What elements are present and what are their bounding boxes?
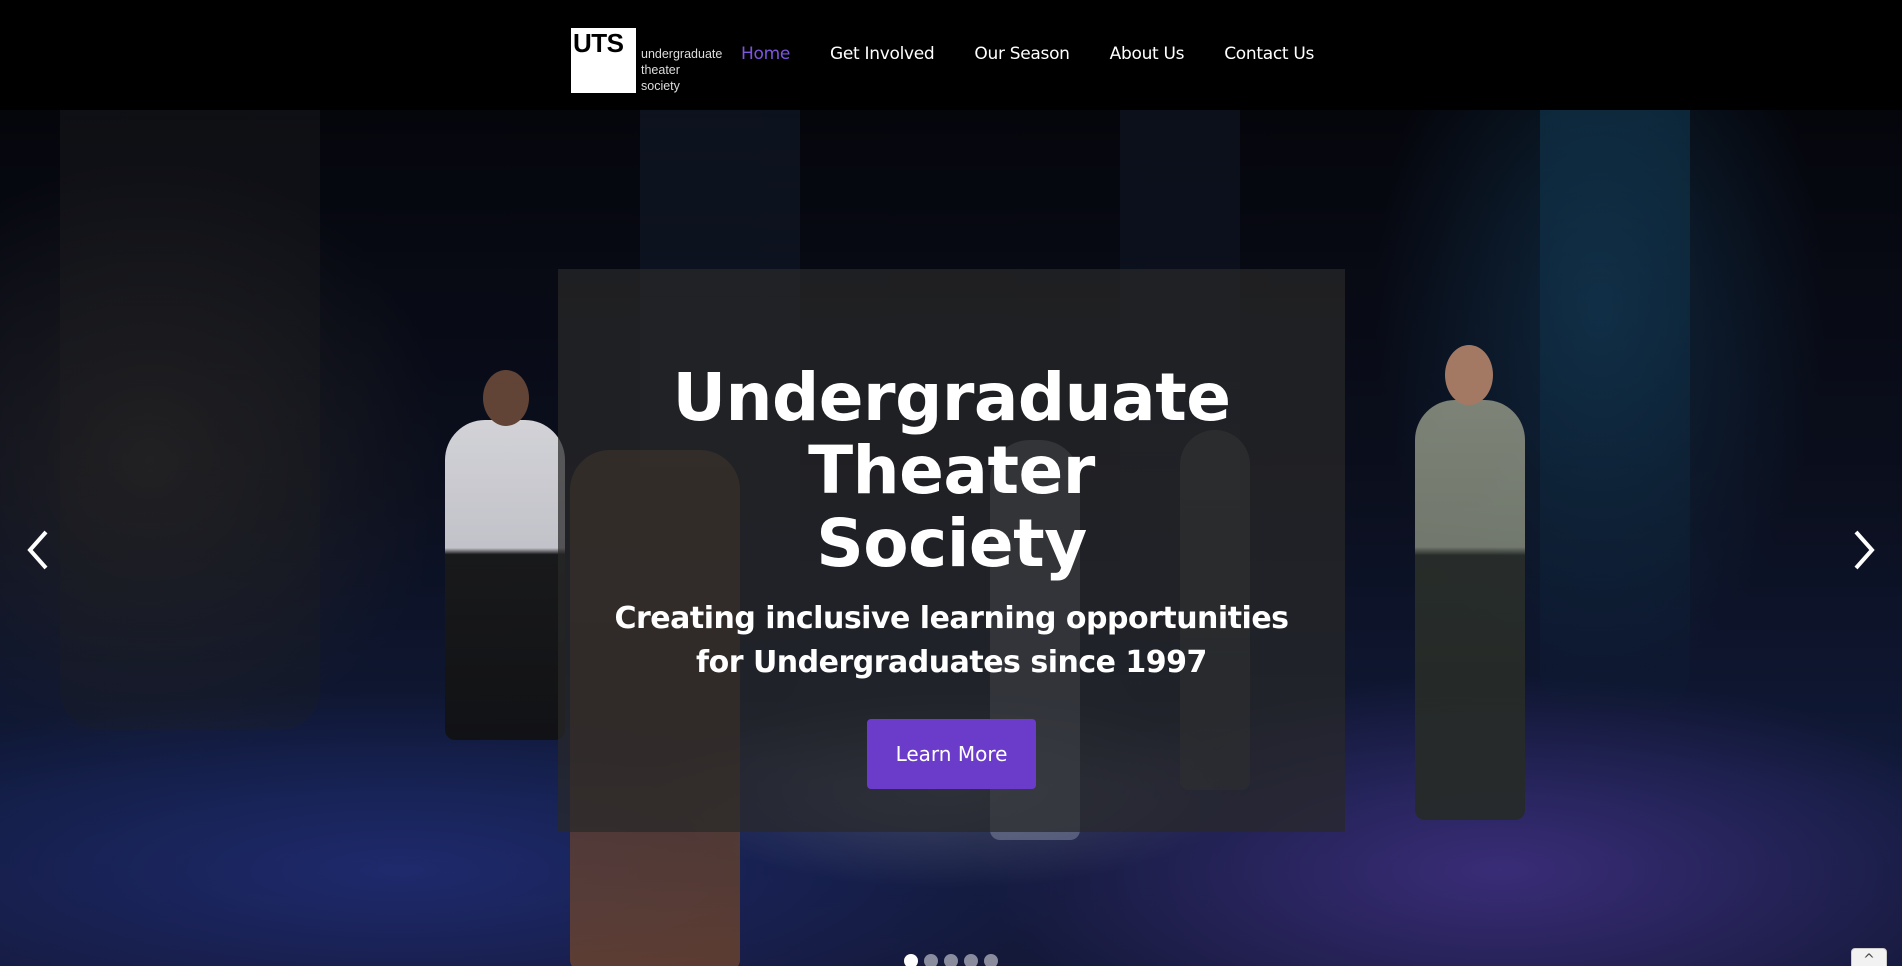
performer-head (1445, 345, 1493, 405)
logo-line: society (641, 79, 680, 93)
nav-item-get-involved[interactable]: Get Involved (830, 44, 935, 64)
hero-title-line: Society (816, 505, 1087, 582)
main-nav: Home Get Involved Our Season About Us Co… (741, 44, 1354, 64)
carousel-indicator[interactable] (904, 954, 918, 966)
carousel-indicator[interactable] (924, 954, 938, 966)
page: UTS undergraduate theater society Home G… (0, 0, 1902, 966)
chevron-up-icon: ^ (1863, 952, 1875, 966)
hero-subtitle: Creating inclusive learning opportunitie… (558, 597, 1345, 685)
nav-item-home[interactable]: Home (741, 44, 790, 64)
performer-figure (445, 370, 565, 740)
scroll-to-top-button[interactable]: ^ (1851, 948, 1887, 966)
curtain-drape (60, 110, 320, 730)
carousel-indicator[interactable] (964, 954, 978, 966)
site-logo[interactable]: UTS undergraduate theater society (571, 28, 722, 94)
logo-mark: UTS (571, 28, 636, 93)
logo-wordmark: undergraduate theater society (641, 46, 722, 94)
hero-title-line: Theater (808, 432, 1095, 509)
performer-figure (1415, 345, 1525, 820)
carousel-next-button[interactable] (1842, 526, 1882, 574)
carousel-indicator[interactable] (984, 954, 998, 966)
nav-item-contact-us[interactable]: Contact Us (1224, 44, 1314, 64)
curtain-drape (1540, 110, 1690, 710)
hero-subtitle-line: Creating inclusive learning opportunitie… (614, 601, 1289, 636)
logo-line: theater (641, 63, 680, 77)
nav-item-about-us[interactable]: About Us (1110, 44, 1185, 64)
navbar: UTS undergraduate theater society Home G… (0, 0, 1902, 110)
hero-title-line: Undergraduate (672, 359, 1231, 436)
hero-carousel: Undergraduate Theater Society Creating i… (0, 110, 1902, 966)
hero-caption-panel: Undergraduate Theater Society Creating i… (558, 269, 1345, 832)
carousel-indicator[interactable] (944, 954, 958, 966)
logo-mark-text: UTS (573, 28, 624, 58)
hero-subtitle-line: for Undergraduates since 1997 (696, 645, 1207, 680)
logo-line: undergraduate (641, 47, 723, 61)
performer-head (483, 370, 529, 426)
nav-item-our-season[interactable]: Our Season (974, 44, 1070, 64)
chevron-left-icon (27, 530, 48, 570)
carousel-prev-button[interactable] (20, 526, 60, 574)
chevron-right-icon (1854, 530, 1875, 570)
learn-more-button[interactable]: Learn More (867, 719, 1036, 789)
hero-title: Undergraduate Theater Society (558, 361, 1345, 580)
carousel-indicators (904, 954, 998, 966)
